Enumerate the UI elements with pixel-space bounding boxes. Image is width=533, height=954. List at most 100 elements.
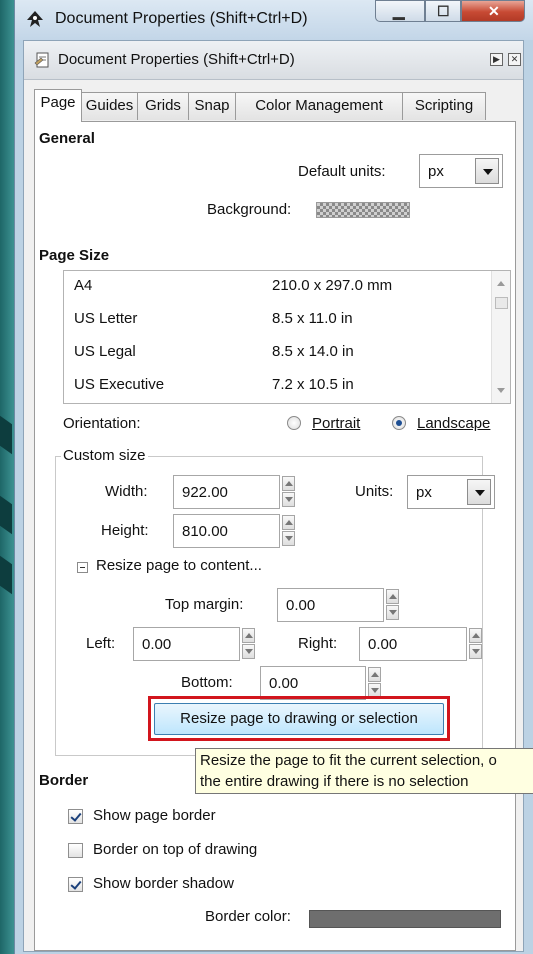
list-item[interactable]: US Legal 8.5 x 14.0 in [64,337,494,370]
page-size-dimensions: 8.5 x 14.0 in [272,343,354,360]
spin-down-icon[interactable] [386,605,399,620]
tab-guides[interactable]: Guides [81,92,138,120]
tab-snap[interactable]: Snap [188,92,236,120]
dock-header: Document Properties (Shift+Ctrl+D) ▶ ✕ [24,41,523,80]
orientation-label: Orientation: [63,415,141,432]
left-margin-label: Left: [86,635,116,652]
border-on-top-label[interactable]: Border on top of drawing [93,841,257,858]
border-color-swatch[interactable] [309,910,501,928]
border-on-top-checkbox[interactable] [68,843,83,858]
portrait-radio[interactable] [287,416,301,430]
spin-up-icon[interactable] [386,589,399,604]
top-margin-spinner[interactable] [386,589,401,621]
desktop-decoration [0,495,12,535]
border-color-label: Border color: [205,908,291,925]
resize-page-to-drawing-button[interactable]: Resize page to drawing or selection [154,703,444,735]
left-margin-input[interactable]: 0.00 [133,627,255,661]
portrait-label-text: Portrait [312,415,361,432]
right-margin-spinner[interactable] [469,628,484,660]
minimize-button[interactable]: ▁ [375,0,425,22]
spin-up-icon[interactable] [368,667,381,682]
height-value: 810.00 [182,523,228,540]
top-margin-value: 0.00 [286,597,316,614]
minimize-icon: ▁ [393,3,405,20]
dock-pin-icon[interactable]: ▶ [490,53,503,66]
custom-size-legend: Custom size [61,447,148,464]
spin-up-icon[interactable] [242,628,255,643]
bottom-margin-spinner[interactable] [368,667,383,699]
list-item[interactable]: A4 210.0 x 297.0 mm [64,271,494,304]
list-item[interactable]: US Letter 8.5 x 11.0 in [64,304,494,337]
page-size-list[interactable]: A4 210.0 x 297.0 mm US Letter 8.5 x 11.0… [63,270,511,404]
left-margin-value: 0.00 [142,636,172,653]
dock-close-icon[interactable]: ✕ [508,53,521,66]
default-units-value: px [428,163,444,180]
bottom-margin-input[interactable]: 0.00 [260,666,381,700]
height-spinner[interactable] [282,515,297,547]
show-page-border-label[interactable]: Show page border [93,807,216,824]
spin-down-icon[interactable] [282,492,295,507]
right-margin-label: Right: [298,635,338,652]
page-size-name: US Legal [74,343,136,360]
tab-scripting[interactable]: Scripting [402,92,486,120]
general-heading: General [39,130,95,147]
resize-tooltip: Resize the page to fit the current selec… [195,748,533,794]
show-page-border-checkbox[interactable] [68,809,83,824]
width-label: Width: [105,483,148,500]
width-input[interactable]: 922.00 [173,475,295,509]
left-margin-spinner[interactable] [242,628,257,660]
spin-up-icon[interactable] [282,476,295,491]
page-tab-content: General Default units: px Background: Pa… [34,121,533,951]
bottom-margin-value: 0.00 [269,675,299,692]
right-margin-value: 0.00 [368,636,398,653]
bottom-margin-label: Bottom: [181,674,233,691]
chevron-down-icon[interactable] [475,158,499,184]
scroll-thumb[interactable] [495,297,508,309]
window-title: Document Properties (Shift+Ctrl+D) [55,10,308,27]
top-margin-label: Top margin: [165,596,244,613]
resize-page-to-content-expander[interactable]: Resize page to content... [96,557,262,574]
tab-grids[interactable]: Grids [137,92,189,120]
units-combo[interactable]: px [407,475,495,509]
width-value: 922.00 [182,484,228,501]
window-titlebar[interactable]: Document Properties (Shift+Ctrl+D) ▁ ☐ ✕ [15,0,533,40]
tooltip-line: Resize the page to fit the current selec… [200,752,497,769]
show-border-shadow-checkbox[interactable] [68,877,83,892]
top-margin-input[interactable]: 0.00 [277,588,399,622]
collapse-icon[interactable] [77,562,88,573]
page-size-dimensions: 8.5 x 11.0 in [272,310,353,327]
chevron-down-icon[interactable] [467,479,491,505]
spin-down-icon[interactable] [282,531,295,546]
portrait-label[interactable]: Portrait [312,415,360,432]
background-label: Background: [207,201,292,218]
page-size-name: A4 [74,277,93,294]
width-spinner[interactable] [282,476,297,508]
right-margin-input[interactable]: 0.00 [359,627,482,661]
spin-up-icon[interactable] [282,515,295,530]
tab-page[interactable]: Page [34,89,82,122]
desktop-decoration [0,555,12,595]
default-units-combo[interactable]: px [419,154,503,188]
spin-up-icon[interactable] [469,628,482,643]
landscape-label[interactable]: Landscape [417,415,490,432]
scroll-up-icon[interactable] [497,281,505,286]
document-properties-icon [34,52,49,68]
maximize-button[interactable]: ☐ [425,0,461,22]
list-scrollbar[interactable] [491,271,510,403]
landscape-radio[interactable] [392,416,406,430]
border-heading: Border [39,772,89,789]
tab-color-management[interactable]: Color Management [235,92,403,120]
height-input[interactable]: 810.00 [173,514,295,548]
scroll-down-icon[interactable] [497,388,505,393]
show-border-shadow-label[interactable]: Show border shadow [93,875,234,892]
spin-down-icon[interactable] [469,644,482,659]
list-item[interactable]: US Executive 7.2 x 10.5 in [64,370,494,403]
maximize-icon: ☐ [437,3,450,19]
units-value: px [416,484,432,501]
page-size-dimensions: 210.0 x 297.0 mm [272,277,393,294]
spin-down-icon[interactable] [242,644,255,659]
dock-panel: Document Properties (Shift+Ctrl+D) ▶ ✕ P… [23,40,533,952]
dock-title: Document Properties (Shift+Ctrl+D) [58,51,295,68]
close-button[interactable]: ✕ [461,0,525,22]
background-color-swatch[interactable] [316,202,410,218]
